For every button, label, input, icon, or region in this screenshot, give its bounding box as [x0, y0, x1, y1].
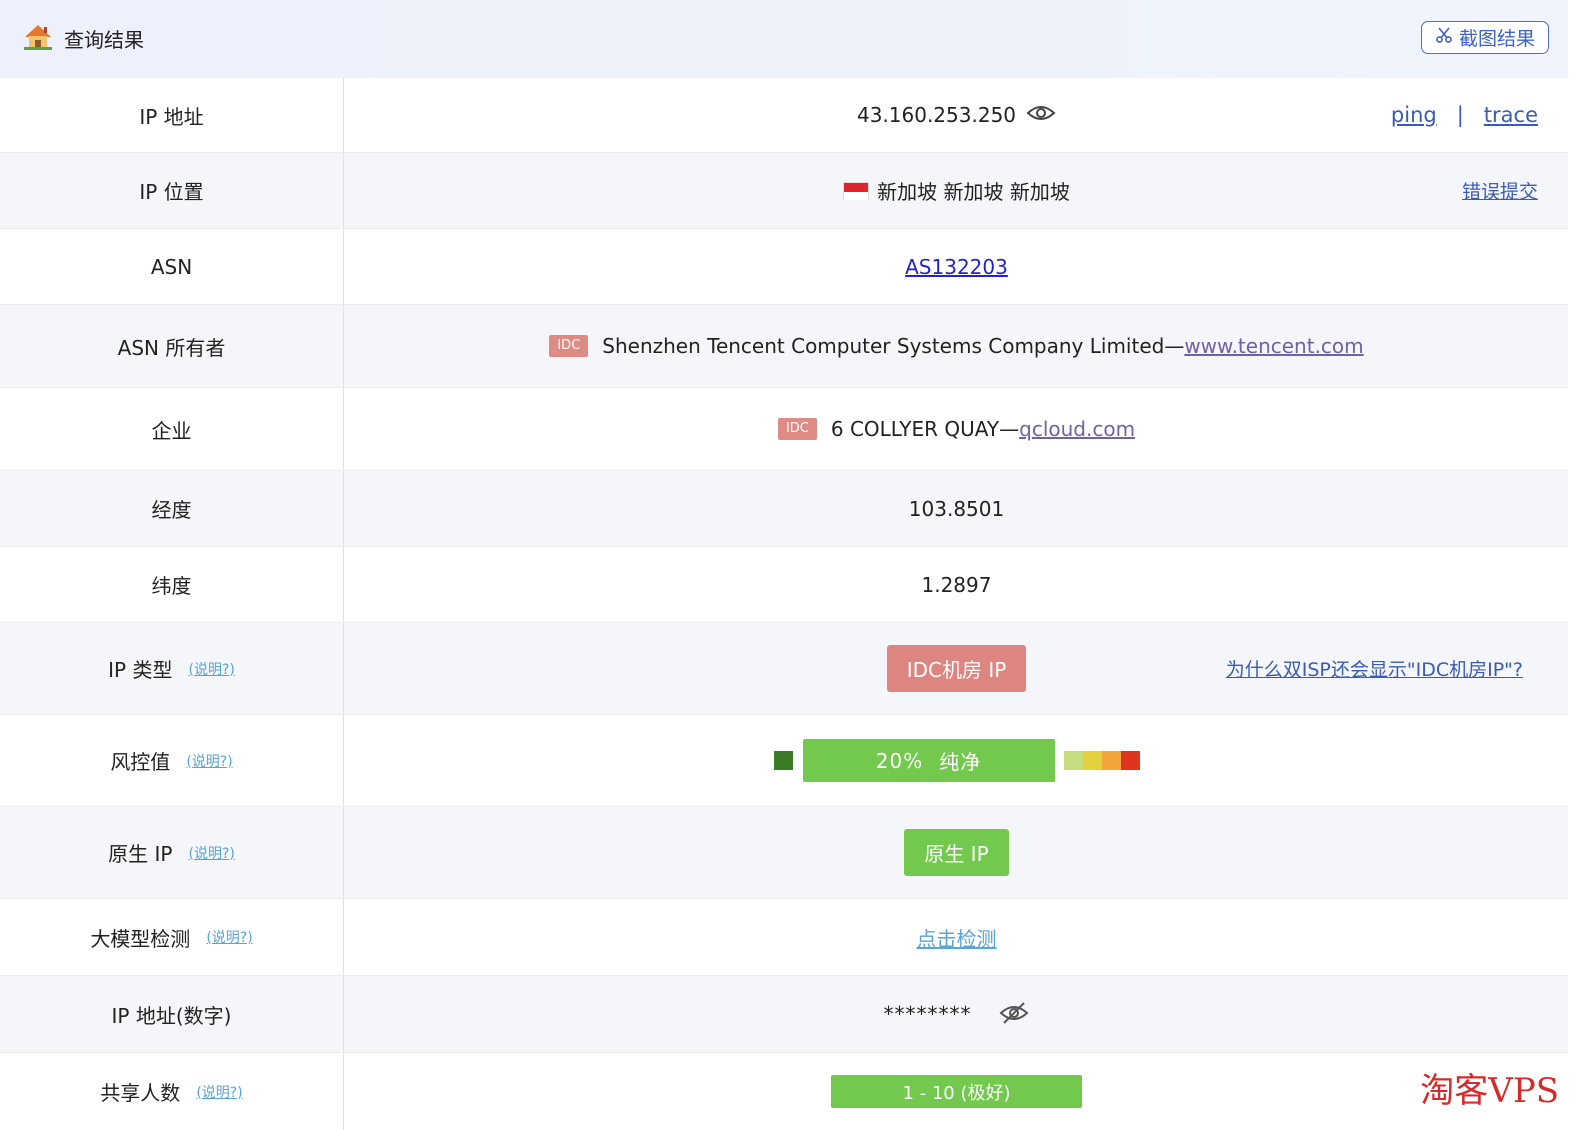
risk-scale-segment	[1120, 751, 1140, 770]
link-separator: |	[1456, 103, 1464, 127]
row-shared: 共享人数 (说明?) 1 - 10 (极好)	[0, 1053, 1568, 1130]
house-icon	[22, 22, 54, 52]
row-label: 纬度	[0, 547, 344, 622]
ip-info-table: IP 地址 43.160.253.250 ping | trace IP 位置 …	[0, 78, 1568, 1130]
idc-tag: IDC	[549, 335, 589, 357]
row-risk: 风控值 (说明?) 20% 纯净	[0, 715, 1568, 807]
idc-tag: IDC	[777, 418, 817, 440]
row-native-ip: 原生 IP (说明?) 原生 IP	[0, 807, 1568, 899]
ip-value: 43.160.253.250	[856, 103, 1017, 127]
explain-link[interactable]: (说明?)	[206, 927, 252, 947]
risk-percent: 20%	[875, 748, 924, 773]
why-idc-link[interactable]: 为什么双ISP还会显示"IDC机房IP"?	[1226, 655, 1523, 682]
watermark: 淘客VPS	[1420, 1071, 1559, 1111]
risk-bar: 20% 纯净	[802, 739, 1055, 782]
row-label: 大模型检测	[90, 926, 191, 951]
row-asn-owner: ASN 所有者 IDC Shenzhen Tencent Computer Sy…	[0, 305, 1568, 388]
native-ip-badge: 原生 IP	[904, 829, 1009, 876]
row-label: 经度	[0, 471, 344, 546]
location-value: 新加坡 新加坡 新加坡	[877, 180, 1070, 204]
asn-link[interactable]: AS132203	[905, 255, 1008, 279]
row-label: IP 位置	[0, 153, 344, 228]
row-asn: ASN AS132203	[0, 229, 1568, 305]
risk-scale	[1063, 751, 1140, 770]
ip-numeric-value: ********	[883, 1002, 972, 1026]
row-label: ASN	[0, 229, 344, 304]
latitude-value: 1.2897	[921, 572, 992, 597]
scissors-icon	[1435, 26, 1453, 49]
row-label: 原生 IP	[108, 842, 173, 866]
risk-low-square	[773, 751, 793, 770]
row-ip: IP 地址 43.160.253.250 ping | trace	[0, 78, 1568, 153]
trace-link[interactable]: trace	[1484, 103, 1538, 127]
risk-scale-segment	[1082, 751, 1102, 770]
explain-link[interactable]: (说明?)	[186, 751, 232, 771]
screenshot-button[interactable]: 截图结果	[1421, 21, 1549, 54]
row-label: IP 类型	[108, 658, 173, 682]
eye-off-icon[interactable]	[998, 999, 1030, 1030]
row-longitude: 经度 103.8501	[0, 471, 1568, 547]
ip-type-badge: IDC机房 IP	[886, 645, 1027, 692]
result-header: 查询结果 截图结果	[0, 0, 1568, 78]
longitude-value: 103.8501	[908, 496, 1005, 521]
asn-owner-value: Shenzhen Tencent Computer Systems Compan…	[602, 334, 1185, 358]
explain-link[interactable]: (说明?)	[188, 843, 234, 863]
risk-verdict: 纯净	[939, 750, 982, 774]
company-link[interactable]: qcloud.com	[1019, 417, 1135, 441]
row-label: ASN 所有者	[0, 305, 344, 387]
company-value: 6 COLLYER QUAY—	[830, 417, 1020, 441]
row-label: 共享人数	[100, 1081, 181, 1105]
row-llm-detect: 大模型检测 (说明?) 点击检测	[0, 899, 1568, 976]
row-company: 企业 IDC 6 COLLYER QUAY— qcloud.com	[0, 388, 1568, 471]
risk-scale-segment	[1063, 751, 1083, 770]
row-label: IP 地址(数字)	[0, 976, 344, 1052]
error-report-link[interactable]: 错误提交	[1462, 177, 1538, 204]
row-latitude: 纬度 1.2897	[0, 547, 1568, 623]
asn-owner-link[interactable]: www.tencent.com	[1184, 334, 1363, 358]
explain-link[interactable]: (说明?)	[188, 659, 234, 679]
singapore-flag-icon	[843, 181, 870, 200]
row-label: 风控值	[110, 750, 171, 774]
ping-link[interactable]: ping	[1391, 103, 1437, 127]
eye-icon[interactable]	[1026, 103, 1056, 128]
row-location: IP 位置 新加坡 新加坡 新加坡 错误提交	[0, 153, 1568, 229]
row-ip-type: IP 类型 (说明?) IDC机房 IP 为什么双ISP还会显示"IDC机房IP…	[0, 623, 1568, 715]
explain-link[interactable]: (说明?)	[196, 1082, 242, 1102]
detect-link[interactable]: 点击检测	[917, 923, 997, 952]
page-title: 查询结果	[64, 28, 144, 52]
risk-scale-segment	[1101, 751, 1121, 770]
row-label: IP 地址	[0, 78, 344, 152]
screenshot-button-label: 截图结果	[1458, 28, 1535, 50]
risk-meter: 20% 纯净	[773, 739, 1140, 782]
shared-count-badge: 1 - 10 (极好)	[831, 1075, 1082, 1108]
row-ip-numeric: IP 地址(数字) ********	[0, 976, 1568, 1053]
row-label: 企业	[0, 388, 344, 470]
